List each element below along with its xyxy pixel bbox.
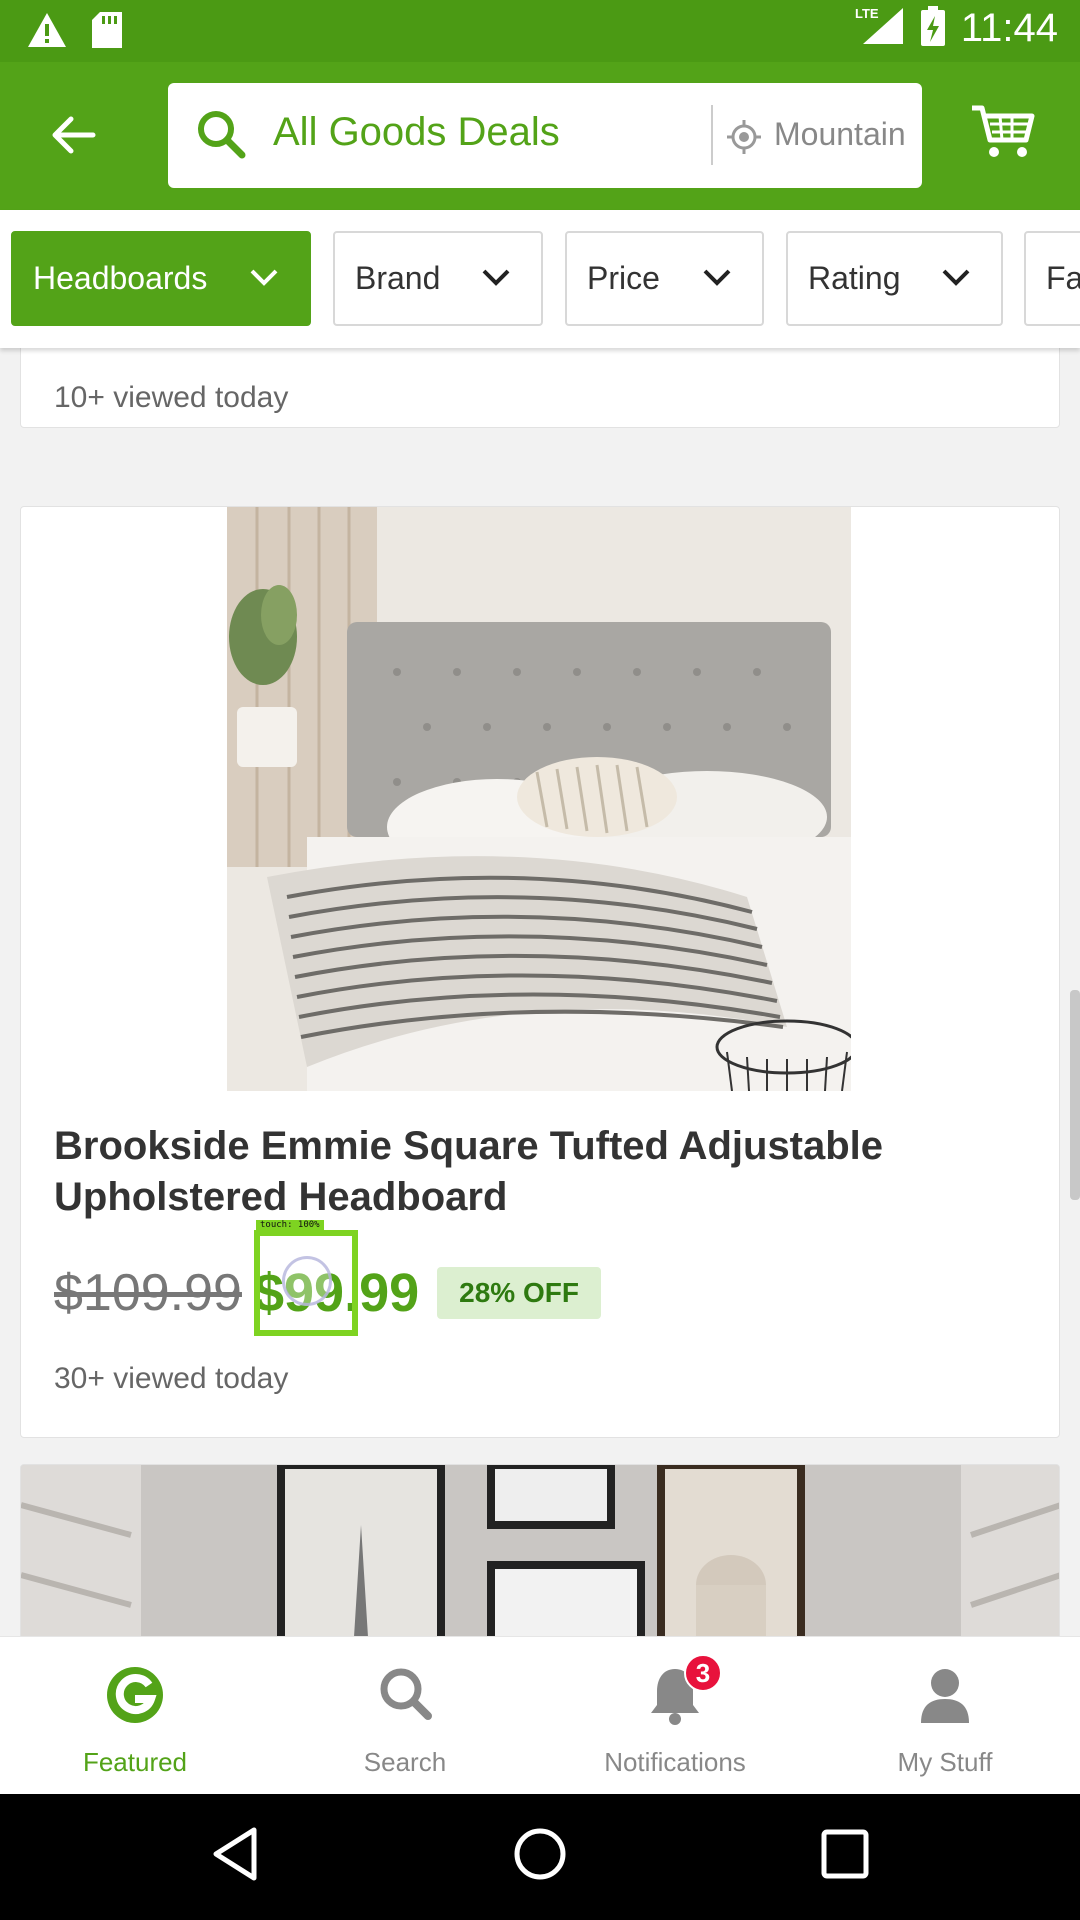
system-home-icon[interactable] [512, 1826, 568, 1887]
status-time: 11:44 [960, 6, 1058, 50]
search-bar[interactable]: All Goods Deals Mountain [168, 83, 922, 188]
filter-chip-label: Headboards [33, 260, 208, 296]
notification-badge: 3 [684, 1654, 722, 1692]
nav-notifications[interactable]: Notifications [540, 1637, 810, 1794]
search-icon [194, 107, 248, 166]
product-image[interactable] [21, 1465, 1060, 1636]
groupon-g-icon [105, 1665, 165, 1730]
original-price: $109.99 [54, 1264, 242, 1322]
filter-chip-brand[interactable]: Brand [333, 231, 543, 326]
product-image[interactable] [227, 507, 851, 1091]
svg-text:LTE: LTE [855, 6, 879, 21]
nav-search[interactable]: Search [270, 1637, 540, 1794]
location-target-icon [726, 119, 762, 160]
location-text[interactable]: Mountain [774, 116, 914, 153]
chevron-down-icon [702, 268, 732, 293]
filter-chip-label: Brand [355, 260, 441, 296]
deal-card[interactable]: Brookside Emmie Square Tufted Adjustable… [20, 506, 1060, 1438]
filter-chip-label: Rating [808, 260, 901, 296]
nav-my-stuff[interactable]: My Stuff [810, 1637, 1080, 1794]
deal-list[interactable]: 10+ viewed today Brookside Emmie Square … [0, 348, 1080, 1636]
deal-card[interactable] [20, 1464, 1060, 1636]
search-divider [711, 105, 713, 165]
nav-label: Notifications [604, 1747, 746, 1777]
chevron-down-icon [249, 268, 279, 293]
back-button[interactable] [38, 102, 108, 172]
back-arrow-icon [49, 115, 97, 160]
nav-featured[interactable]: Featured [0, 1637, 270, 1794]
sd-card-icon [90, 10, 124, 55]
touch-indicator [282, 1256, 332, 1306]
signal-icon: LTE [853, 4, 905, 53]
person-icon [917, 1665, 973, 1730]
filter-chip-price[interactable]: Price [565, 231, 764, 326]
chevron-down-icon [941, 268, 971, 293]
bottom-nav: Featured Search Notifications My Stuff [0, 1636, 1080, 1794]
scrollbar[interactable] [1070, 990, 1080, 1200]
viewed-count: 30+ viewed today [54, 1362, 289, 1395]
app-bar: All Goods Deals Mountain [0, 62, 1080, 210]
filter-chip-label: Price [587, 260, 660, 296]
nav-label: My Stuff [897, 1747, 993, 1777]
filter-chip-partial[interactable]: Fa [1024, 231, 1080, 326]
product-title[interactable]: Brookside Emmie Square Tufted Adjustable… [54, 1121, 1014, 1223]
battery-charging-icon [919, 4, 947, 53]
filter-bar: Headboards Brand Price Rating Fa [0, 210, 1080, 348]
viewed-count: 10+ viewed today [54, 381, 289, 414]
deal-card[interactable]: 10+ viewed today [20, 348, 1060, 428]
filter-chip-rating[interactable]: Rating [786, 231, 1003, 326]
nav-label: Featured [82, 1747, 188, 1777]
system-recents-icon[interactable] [820, 1826, 870, 1887]
search-query[interactable]: All Goods Deals [273, 110, 560, 155]
system-back-icon[interactable] [210, 1826, 260, 1887]
system-nav-bar [0, 1794, 1080, 1920]
cart-button[interactable] [970, 102, 1036, 165]
search-icon [377, 1665, 433, 1726]
chevron-down-icon [481, 268, 511, 293]
discount-badge: 28% OFF [437, 1267, 601, 1319]
touch-overlay-label: touch: 100% [256, 1220, 324, 1230]
warning-icon [26, 11, 68, 54]
status-bar: LTE 11:44 [0, 0, 1080, 62]
nav-label: Search [363, 1747, 447, 1777]
cart-icon [970, 105, 1036, 164]
filter-chip-label: Fa [1046, 260, 1080, 296]
filter-chip-headboards[interactable]: Headboards [11, 231, 311, 326]
